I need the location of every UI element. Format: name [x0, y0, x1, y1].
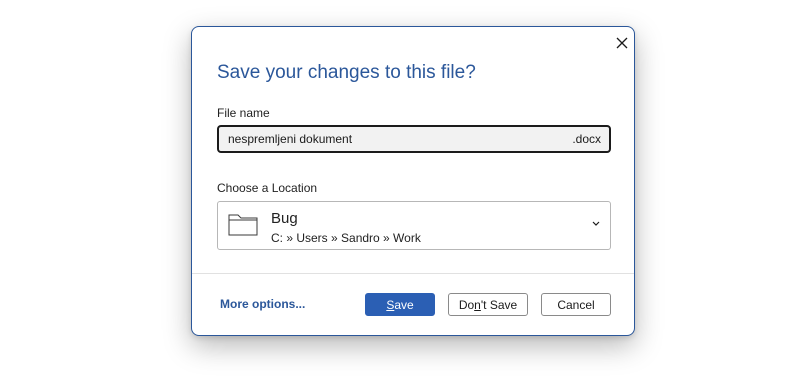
cancel-button[interactable]: Cancel [541, 293, 611, 316]
save-changes-dialog: Save your changes to this file? File nam… [191, 26, 635, 336]
location-dropdown[interactable]: Bug C: » Users » Sandro » Work [217, 201, 611, 250]
screen-background: Save your changes to this file? File nam… [0, 0, 808, 391]
save-label-rest: ave [394, 297, 414, 312]
divider [192, 273, 634, 274]
dont-save-label-pre: Do [458, 297, 475, 312]
more-options-link[interactable]: More options... [220, 297, 305, 311]
chevron-down-icon [592, 221, 600, 226]
save-accelerator: S [386, 297, 395, 312]
dont-save-accelerator: n [474, 297, 481, 312]
location-path: C: » Users » Sandro » Work [271, 231, 421, 245]
save-button[interactable]: Save [365, 293, 435, 316]
file-extension: .docx [572, 132, 601, 146]
dialog-title: Save your changes to this file? [217, 62, 476, 83]
file-name-input[interactable] [219, 127, 549, 151]
dont-save-label-rest: 't Save [480, 297, 518, 312]
file-name-label: File name [217, 106, 270, 120]
file-name-field[interactable]: .docx [217, 125, 611, 153]
folder-icon [228, 214, 258, 236]
location-name: Bug [271, 210, 298, 227]
location-label: Choose a Location [217, 181, 318, 195]
dont-save-button[interactable]: Do n't Save [448, 293, 528, 316]
close-icon [616, 37, 628, 49]
close-button[interactable] [612, 33, 632, 53]
